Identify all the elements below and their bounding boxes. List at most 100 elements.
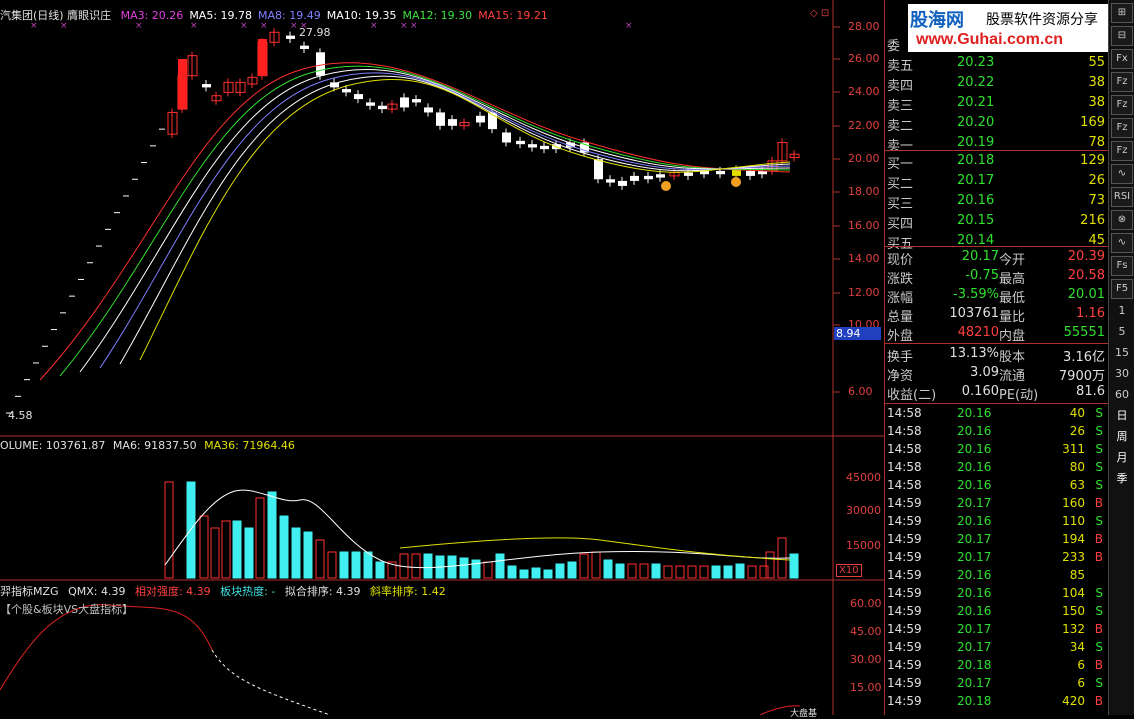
trade-time: 14:59	[887, 586, 922, 600]
trade-side: S	[1095, 514, 1103, 528]
trade-volume: 63	[1069, 478, 1085, 492]
toolbar-button[interactable]: Fz	[1111, 118, 1133, 138]
indicator-header: 羿指标MZG QMX: 4.39 相对强度: 4.39 板块热度: - 拟合排序…	[0, 583, 446, 599]
volume-ma6-line	[164, 489, 791, 569]
trade-price: 20.16	[957, 460, 992, 474]
trade-side: S	[1095, 478, 1103, 492]
bid-label: 买二	[887, 177, 914, 192]
volume-bar	[267, 491, 277, 579]
volume-bar	[699, 565, 709, 579]
candle	[316, 52, 325, 76]
trade-volume: 6	[1077, 658, 1085, 672]
separator	[885, 403, 1109, 404]
chart-close-icons[interactable]: ◇ ⊡	[810, 8, 829, 19]
toolbar-button[interactable]: ∿	[1111, 164, 1133, 184]
trade-row: 14:58 20.16 63 S	[885, 477, 1109, 495]
toolbar-button[interactable]: ⊗	[1111, 210, 1133, 230]
candle	[644, 175, 653, 180]
quote-row: 收益(二) 0.160 PE(动) 81.6	[885, 383, 1109, 403]
candle	[618, 180, 627, 186]
quote-row: 换手 13.13% 股本 3.16亿	[885, 345, 1109, 365]
volume-bar	[579, 553, 589, 579]
stat-value: 20.17	[961, 249, 999, 264]
toolbar-button[interactable]: RSI	[1111, 187, 1133, 207]
toolbar-button[interactable]: Fz	[1111, 95, 1133, 115]
candle	[630, 175, 639, 181]
toolbar-button[interactable]: 15	[1112, 344, 1132, 362]
toolbar-button[interactable]: Fs	[1111, 256, 1133, 276]
volume-bar	[291, 527, 301, 579]
toolbar-button[interactable]: Fz	[1111, 141, 1133, 161]
chart-area[interactable]: × × × × × × × × × × × × 汽集团(日线) 膺眼识庄 MA3: 20.26 MA5:…	[0, 0, 884, 719]
low-annotation: 4.58	[8, 409, 33, 422]
candle	[436, 112, 445, 126]
trade-price: 20.17	[957, 640, 992, 654]
volume-bar	[339, 551, 349, 579]
signal-marker	[661, 181, 671, 191]
volume-bar	[315, 539, 325, 579]
trade-volume: 85	[1069, 568, 1085, 582]
stat-label: 外盘	[887, 329, 914, 344]
toolbar-button[interactable]: Fx	[1111, 49, 1133, 69]
toolbar-button[interactable]: ∿	[1111, 233, 1133, 253]
toolbar-button[interactable]: Fz	[1111, 72, 1133, 92]
toolbar-button[interactable]: 1	[1112, 302, 1132, 320]
indicator-axis-label: 45.00	[850, 625, 882, 638]
volume-ma36: MA36: 71964.46	[204, 439, 295, 452]
toolbar-button[interactable]: 周	[1112, 428, 1132, 446]
toolbar-button[interactable]: 60	[1112, 386, 1132, 404]
ask-price: 20.19	[957, 135, 995, 150]
trade-row: 14:58 20.16 80 S	[885, 459, 1109, 477]
volume-bar	[303, 531, 313, 579]
bid-volume: 26	[1088, 173, 1105, 188]
stat-label: 内盘	[999, 329, 1026, 344]
price-axis-label: 20.00	[848, 152, 880, 165]
toolbar-button[interactable]: ⊟	[1111, 26, 1133, 46]
toolbar-button[interactable]: 30	[1112, 365, 1132, 383]
indicator-axis-label: 60.00	[850, 597, 882, 610]
stat-label: 涨幅	[887, 291, 914, 306]
quote-row: 卖五 20.23 55	[885, 54, 1109, 74]
volume-axis-label: 15000	[846, 539, 881, 552]
volume-ma6: MA6: 91837.50	[112, 439, 197, 452]
toolbar-button[interactable]: 季	[1112, 470, 1132, 488]
fund-value: 3.09	[970, 365, 999, 380]
stat-label: 今开	[999, 253, 1026, 268]
quote-row: 涨跌 -0.75 最高 20.58	[885, 267, 1109, 287]
volume-bar	[483, 561, 493, 579]
ma-legend: MA3: 20.26 MA5: 19.78 MA8: 19.49 MA10: 19.3…	[115, 9, 548, 22]
trade-row: 14:59 20.17 132 B	[885, 621, 1109, 639]
trade-volume: 34	[1069, 640, 1085, 654]
trade-price: 20.16	[957, 604, 992, 618]
toolbar-button[interactable]: ⊞	[1111, 3, 1133, 23]
candle	[202, 84, 211, 88]
volume-bar	[711, 565, 721, 579]
trade-side: B	[1094, 550, 1103, 564]
ma-label: MA15: 19.21	[478, 9, 548, 22]
price-axis-label: 18.00	[848, 185, 880, 198]
bid-volume: 129	[1080, 153, 1105, 168]
candle	[476, 115, 485, 123]
trade-price: 20.16	[957, 586, 992, 600]
toolbar-button[interactable]: F5	[1111, 279, 1133, 299]
bid-price: 20.15	[957, 213, 995, 228]
trade-price: 20.17	[957, 622, 992, 636]
trade-time: 14:59	[887, 694, 922, 708]
quote-row: 买一 20.18 129	[885, 152, 1109, 172]
trade-time: 14:59	[887, 514, 922, 528]
ma-line	[79, 68, 791, 373]
stat-value: 48210	[957, 325, 999, 340]
candle	[354, 94, 363, 100]
ask-volume: 78	[1088, 135, 1105, 150]
trade-side: S	[1095, 460, 1103, 474]
ask-volume: 38	[1088, 75, 1105, 90]
trade-row: 14:59 20.18 420 B	[885, 693, 1109, 711]
trade-side: S	[1095, 604, 1103, 618]
ask-label: 卖二	[887, 119, 914, 134]
stat-value: 1.16	[1076, 306, 1105, 321]
toolbar-button[interactable]: 5	[1112, 323, 1132, 341]
toolbar-button[interactable]: 月	[1112, 449, 1132, 467]
fund-value: 81.6	[1076, 384, 1105, 399]
bid-volume: 216	[1080, 213, 1105, 228]
toolbar-button[interactable]: 日	[1112, 407, 1132, 425]
